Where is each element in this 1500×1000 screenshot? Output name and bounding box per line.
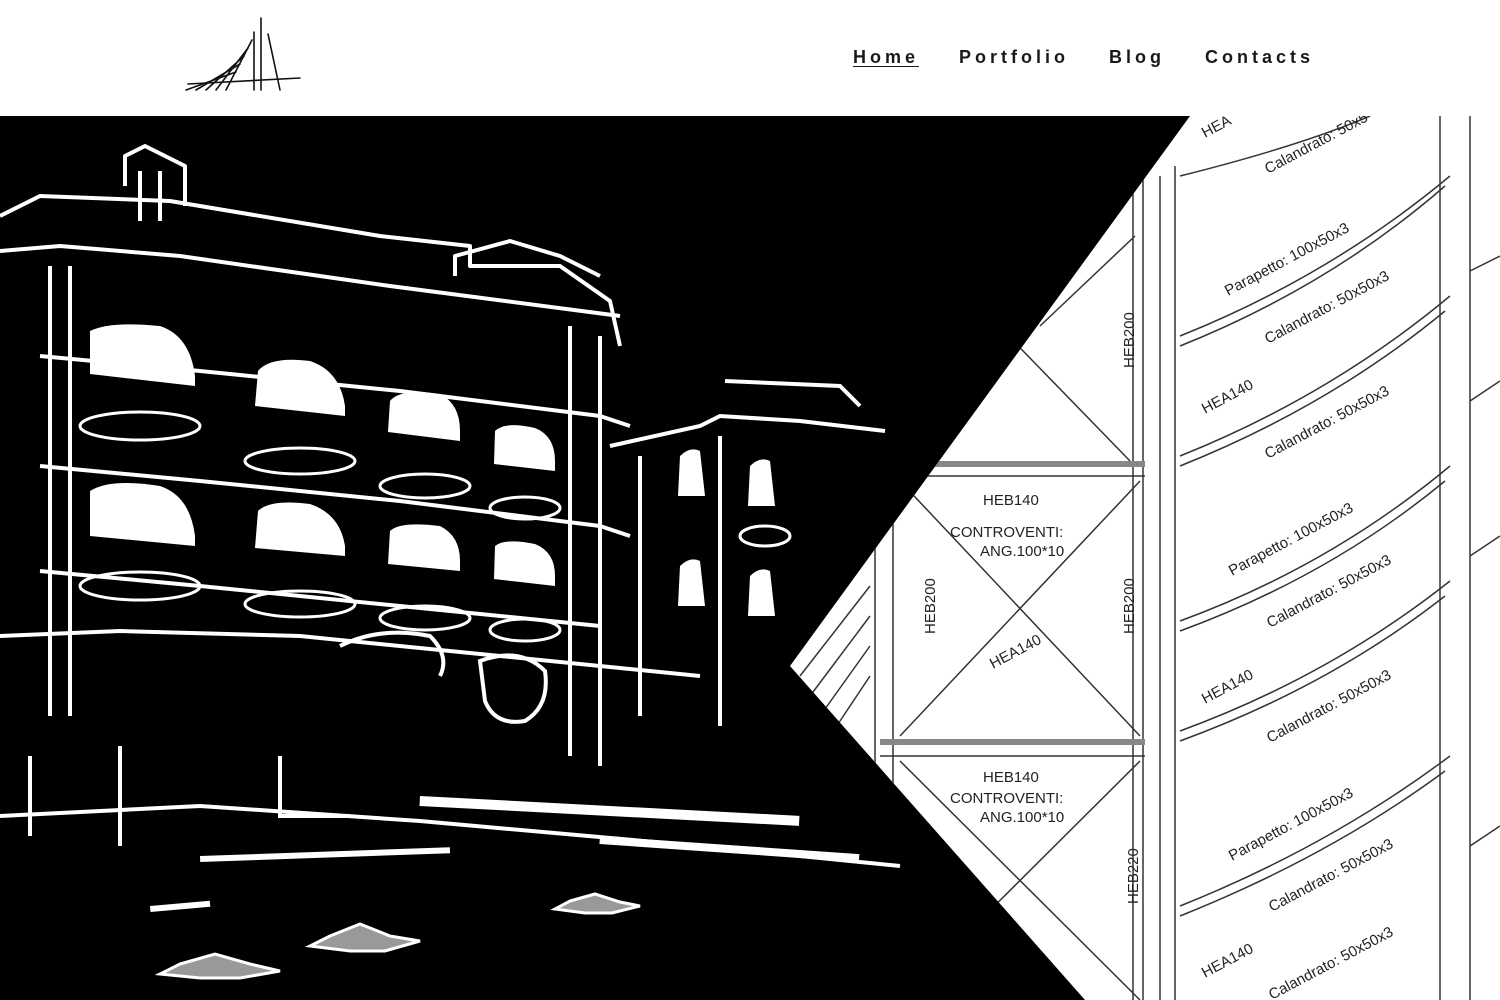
- nav-contacts[interactable]: Contacts: [1205, 46, 1314, 70]
- label-heb140-2: HEB140: [983, 769, 1039, 786]
- hero-illustration: HEA Calandrato: 50x5 Parapetto: 100x50x3…: [0, 116, 1500, 1000]
- hero-image: HEA Calandrato: 50x5 Parapetto: 100x50x3…: [0, 116, 1500, 1000]
- nav-home[interactable]: Home: [853, 46, 919, 70]
- label-controventi-2: CONTROVENTI:: [950, 790, 1063, 807]
- label-heb200-1: HEB200: [1121, 312, 1138, 368]
- label-heb200-3: HEB200: [1121, 578, 1138, 634]
- main-nav: Home Portfolio Blog Contacts: [853, 46, 1340, 70]
- nav-portfolio[interactable]: Portfolio: [959, 46, 1069, 70]
- label-heb200-2: HEB200: [922, 578, 939, 634]
- label-heb140-1: HEB140: [983, 492, 1039, 509]
- logo-icon[interactable]: [184, 14, 304, 94]
- label-ang-2: ANG.100*10: [980, 809, 1064, 826]
- site-header: Home Portfolio Blog Contacts: [0, 0, 1500, 116]
- label-controventi-1: CONTROVENTI:: [950, 524, 1063, 541]
- nav-blog[interactable]: Blog: [1109, 46, 1165, 70]
- label-heb220: HEB220: [1125, 848, 1142, 904]
- label-ang-1: ANG.100*10: [980, 543, 1064, 560]
